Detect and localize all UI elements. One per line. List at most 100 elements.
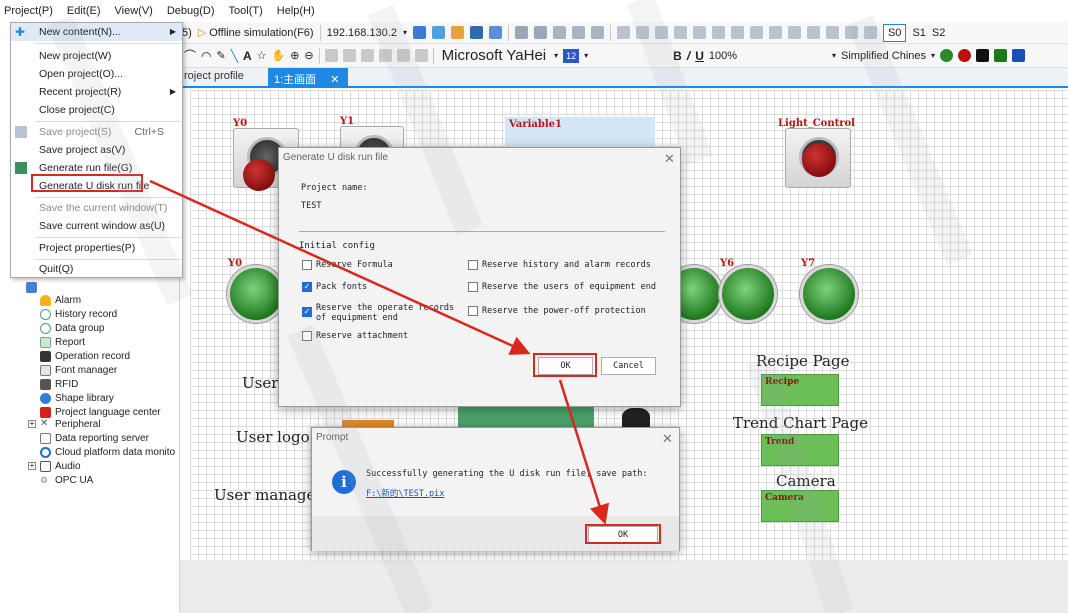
- blue-square-icon[interactable]: [1012, 49, 1026, 62]
- screen-s0-button[interactable]: S0: [882, 23, 907, 42]
- reserve-operate-records-checkbox[interactable]: ✓ Reserve the operate records of equipmen…: [302, 303, 462, 323]
- menu-item-open-project[interactable]: Open project(O)...: [11, 65, 182, 83]
- pen-icon[interactable]: ✎: [217, 49, 226, 62]
- copy-icon[interactable]: [571, 26, 585, 39]
- ungroup-icon[interactable]: [768, 26, 782, 39]
- tab-project-profile[interactable]: roject profile: [184, 70, 244, 82]
- line-icon[interactable]: ╲: [231, 49, 238, 63]
- screen-s1-button[interactable]: S1: [912, 27, 925, 39]
- cut-icon[interactable]: [552, 26, 566, 39]
- tree-item-recipe-partial[interactable]: [26, 280, 37, 294]
- tree-item-data-group[interactable]: Data group: [40, 321, 104, 335]
- polygon-icon[interactable]: ⌒: [184, 47, 196, 64]
- layer-up-icon[interactable]: [787, 26, 801, 39]
- bold-icon[interactable]: B: [673, 49, 682, 63]
- tree-item-opc-ua[interactable]: ⚙ OPC UA: [40, 473, 93, 487]
- language-dropdown-icon[interactable]: ▾: [832, 51, 836, 60]
- menu-tool[interactable]: Tool(T): [229, 5, 263, 17]
- image-icon[interactable]: [863, 26, 877, 39]
- align-right-icon[interactable]: [654, 26, 668, 39]
- undo-icon[interactable]: [514, 26, 528, 39]
- grid-icon[interactable]: [825, 26, 839, 39]
- save-path-link[interactable]: F:\新的\TEST.pix: [366, 487, 444, 499]
- menu-view[interactable]: View(V): [115, 5, 153, 17]
- green-square-icon[interactable]: [994, 49, 1008, 62]
- ip-address[interactable]: 192.168.130.2: [327, 27, 397, 39]
- line-style-icon[interactable]: [360, 49, 374, 62]
- reserve-users-checkbox[interactable]: Reserve the users of equipment end: [468, 282, 656, 292]
- tree-item-audio[interactable]: Audio: [40, 459, 81, 473]
- tree-item-alarm[interactable]: Alarm: [40, 293, 81, 307]
- tree-item-report[interactable]: Report: [40, 335, 85, 349]
- text-icon[interactable]: A: [243, 49, 252, 63]
- cancel-button[interactable]: Cancel: [601, 357, 656, 375]
- italic-icon[interactable]: /: [687, 49, 690, 63]
- reserve-attachment-checkbox[interactable]: Reserve attachment: [302, 331, 408, 341]
- menu-item-quit[interactable]: Quit(Q): [11, 260, 182, 278]
- line-width-icon[interactable]: [378, 49, 392, 62]
- menu-item-recent-project[interactable]: Recent project(R) ▶: [11, 83, 182, 101]
- menu-item-save-project[interactable]: Save project(S) Ctrl+S: [11, 123, 182, 141]
- offline-simulation-button[interactable]: ▷ Offline simulation(F6): [198, 26, 314, 40]
- compile-icon[interactable]: [450, 26, 464, 39]
- paste-icon[interactable]: [590, 26, 604, 39]
- align-top-icon[interactable]: [673, 26, 687, 39]
- zoom-level[interactable]: 100%: [709, 50, 737, 62]
- align-bottom-icon[interactable]: [692, 26, 706, 39]
- lamp-icon[interactable]: [940, 49, 954, 62]
- screen-s2-button[interactable]: S2: [932, 27, 945, 39]
- camera-button[interactable]: Camera: [761, 490, 839, 522]
- tab-main-screen[interactable]: 1:主画面 ✕: [268, 68, 348, 86]
- menu-item-project-properties[interactable]: Project properties(P): [11, 239, 182, 257]
- expand-icon[interactable]: +: [28, 462, 36, 470]
- expand-icon[interactable]: +: [28, 420, 36, 428]
- black-square-icon[interactable]: [976, 49, 990, 62]
- menu-project[interactable]: Project(P): [4, 5, 53, 17]
- menu-help[interactable]: Help(H): [277, 5, 315, 17]
- group-icon[interactable]: [749, 26, 763, 39]
- redo-icon[interactable]: [533, 26, 547, 39]
- font-size-select[interactable]: 12: [563, 48, 580, 63]
- reserve-power-off-checkbox[interactable]: Reserve the power-off protection: [468, 306, 646, 316]
- menu-item-close-project[interactable]: Close project(C): [11, 101, 182, 119]
- underline-icon[interactable]: U: [695, 49, 704, 63]
- close-icon[interactable]: ✕: [662, 431, 673, 447]
- language-select[interactable]: Simplified Chines: [841, 50, 926, 62]
- hand-icon[interactable]: ✋: [272, 49, 286, 62]
- run-icon[interactable]: [469, 26, 483, 39]
- tree-item-history-record[interactable]: History record: [40, 307, 117, 321]
- pack-fonts-checkbox[interactable]: ✓ Pack fonts: [302, 282, 367, 292]
- tree-item-shape-library[interactable]: Shape library: [40, 391, 114, 405]
- zoom-out-icon[interactable]: ⊖: [304, 49, 313, 62]
- project-name-field[interactable]: TEST: [299, 198, 665, 232]
- font-dropdown-icon[interactable]: ▾: [554, 51, 558, 60]
- menu-item-new-project[interactable]: New project(W): [11, 47, 182, 65]
- indicator-lamp-y6[interactable]: [719, 265, 777, 323]
- button-icon[interactable]: [958, 49, 972, 62]
- recipe-button[interactable]: Recipe: [761, 374, 839, 406]
- indicator-lamp-y7[interactable]: [800, 265, 858, 323]
- monitor-icon[interactable]: [488, 26, 502, 39]
- tree-item-rfid[interactable]: RFID: [40, 377, 78, 391]
- fill-color-icon[interactable]: [324, 49, 338, 62]
- language-select-arrow-icon[interactable]: ▾: [931, 51, 935, 60]
- same-height-icon[interactable]: [730, 26, 744, 39]
- upload-icon[interactable]: [431, 26, 445, 39]
- tree-item-cloud-platform[interactable]: Cloud platform data monito: [40, 445, 175, 459]
- zoom-in-icon[interactable]: ⊕: [290, 49, 299, 62]
- ruler-icon[interactable]: [844, 26, 858, 39]
- menu-debug[interactable]: Debug(D): [167, 5, 215, 17]
- download-icon[interactable]: [412, 26, 426, 39]
- toggle-switch-light-control[interactable]: [785, 128, 851, 188]
- same-width-icon[interactable]: [711, 26, 725, 39]
- menu-edit[interactable]: Edit(E): [67, 5, 101, 17]
- reserve-history-alarm-checkbox[interactable]: Reserve history and alarm records: [468, 260, 651, 270]
- menu-item-new-content[interactable]: ✚ New content(N)... ▶: [11, 23, 182, 41]
- font-family-select[interactable]: Microsoft YaHei: [439, 47, 549, 65]
- reserve-formula-checkbox[interactable]: Reserve Formula: [302, 260, 393, 270]
- close-icon[interactable]: ✕: [664, 151, 675, 167]
- line-color-icon[interactable]: [342, 49, 356, 62]
- trend-button[interactable]: Trend: [761, 434, 839, 466]
- align-left-icon[interactable]: [616, 26, 630, 39]
- dash-style-icon[interactable]: [414, 49, 428, 62]
